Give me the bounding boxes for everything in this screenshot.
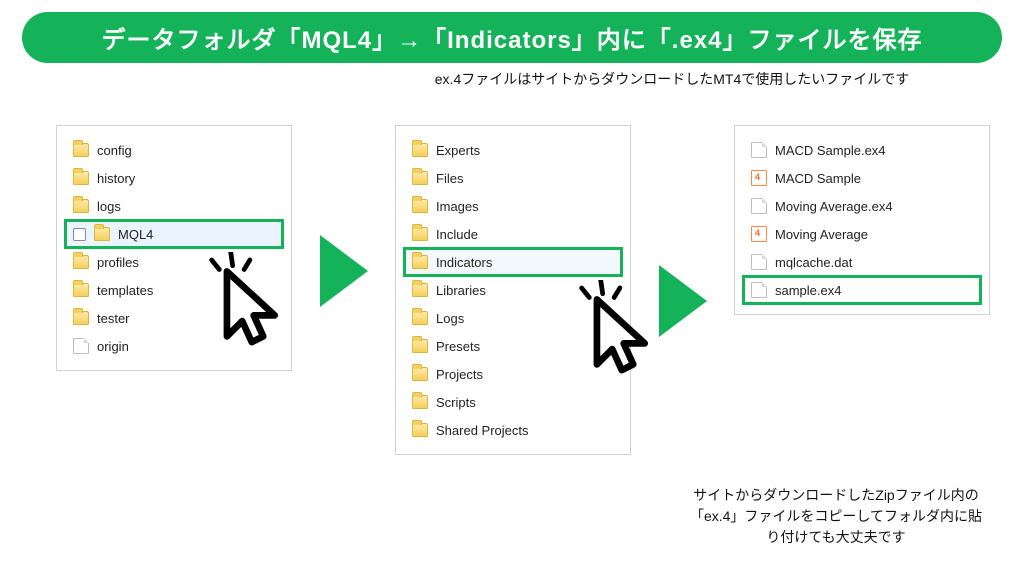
folder-icon [412, 423, 428, 437]
list-item[interactable]: Experts [406, 136, 620, 164]
folder-icon [412, 227, 428, 241]
item-label: Include [436, 227, 614, 242]
list-item[interactable]: config [67, 136, 281, 164]
item-label: tester [97, 311, 275, 326]
list-item[interactable]: templates [67, 276, 281, 304]
list-item[interactable]: MACD Sample.ex4 [745, 136, 979, 164]
item-label: MACD Sample [775, 171, 973, 186]
list-item[interactable]: Logs [406, 304, 620, 332]
list-item[interactable]: mqlcache.dat [745, 248, 979, 276]
item-label: MACD Sample.ex4 [775, 143, 973, 158]
folder-icon [412, 283, 428, 297]
explorer-panel-indicators: MACD Sample.ex4 MACD Sample Moving Average… [734, 125, 990, 315]
list-item[interactable]: Moving Average [745, 220, 979, 248]
explorer-panel-mql4-root: config history logs MQL4 profiles templates te… [56, 125, 292, 371]
folder-icon [73, 283, 89, 297]
item-label: Indicators [436, 255, 614, 270]
banner-subline: ex.4ファイルはサイトからダウンロードしたMT4で使用したいファイルです [22, 69, 1002, 89]
item-label: Experts [436, 143, 614, 158]
list-item[interactable]: Projects [406, 360, 620, 388]
folder-icon [73, 311, 89, 325]
folder-icon [412, 367, 428, 381]
list-item[interactable]: Include [406, 220, 620, 248]
list-item[interactable]: Images [406, 192, 620, 220]
panels-row: config history logs MQL4 profiles templates te… [0, 89, 1024, 455]
checkbox[interactable] [73, 228, 86, 241]
folder-icon [73, 171, 89, 185]
item-label: Moving Average [775, 227, 973, 242]
file-icon [751, 142, 767, 158]
list-item[interactable]: profiles [67, 248, 281, 276]
arrow-right-icon [320, 235, 368, 307]
item-label: MQL4 [118, 227, 275, 242]
item-label: logs [97, 199, 275, 214]
footnote-text: サイトからダウンロードしたZipファイル内の「ex.4」ファイルをコピーしてフォ… [686, 485, 986, 548]
item-label: templates [97, 283, 275, 298]
list-item[interactable]: MQL4 [67, 220, 281, 248]
arrow-1 [320, 125, 368, 307]
file-icon [751, 282, 767, 298]
list-item[interactable]: Files [406, 164, 620, 192]
arrow-2 [659, 125, 707, 337]
list-item[interactable]: Shared Projects [406, 416, 620, 444]
folder-icon [73, 143, 89, 157]
folder-icon [412, 199, 428, 213]
item-label: Scripts [436, 395, 614, 410]
file-icon [73, 338, 89, 354]
list-item[interactable]: logs [67, 192, 281, 220]
item-label: Images [436, 199, 614, 214]
list-item[interactable]: Moving Average.ex4 [745, 192, 979, 220]
folder-icon [73, 199, 89, 213]
explorer-panel-mql4-sub: Experts Files Images Include Indicators Libra… [395, 125, 631, 455]
item-label: Moving Average.ex4 [775, 199, 973, 214]
folder-icon [412, 255, 428, 269]
list-item[interactable]: origin [67, 332, 281, 360]
banner-title: データフォルダ「MQL4」→「Indicators」内に「.ex4」ファイルを保… [22, 12, 1002, 63]
item-label: sample.ex4 [775, 283, 973, 298]
list-item[interactable]: Scripts [406, 388, 620, 416]
item-label: config [97, 143, 275, 158]
item-label: history [97, 171, 275, 186]
item-label: Projects [436, 367, 614, 382]
folder-icon [412, 395, 428, 409]
folder-icon [412, 143, 428, 157]
list-item[interactable]: Libraries [406, 276, 620, 304]
item-label: origin [97, 339, 275, 354]
file-icon [751, 198, 767, 214]
mq4-code-icon [751, 226, 767, 242]
list-item[interactable]: Indicators [406, 248, 620, 276]
folder-icon [412, 339, 428, 353]
file-icon [751, 254, 767, 270]
list-item[interactable]: sample.ex4 [745, 276, 979, 304]
list-item[interactable]: tester [67, 304, 281, 332]
item-label: mqlcache.dat [775, 255, 973, 270]
folder-icon [73, 255, 89, 269]
item-label: profiles [97, 255, 275, 270]
list-item[interactable]: MACD Sample [745, 164, 979, 192]
folder-icon [94, 227, 110, 241]
arrow-right-icon [659, 265, 707, 337]
item-label: Libraries [436, 283, 614, 298]
item-label: Shared Projects [436, 423, 614, 438]
mq4-code-icon [751, 170, 767, 186]
folder-icon [412, 171, 428, 185]
list-item[interactable]: Presets [406, 332, 620, 360]
folder-icon [412, 311, 428, 325]
list-item[interactable]: history [67, 164, 281, 192]
item-label: Logs [436, 311, 614, 326]
item-label: Files [436, 171, 614, 186]
item-label: Presets [436, 339, 614, 354]
